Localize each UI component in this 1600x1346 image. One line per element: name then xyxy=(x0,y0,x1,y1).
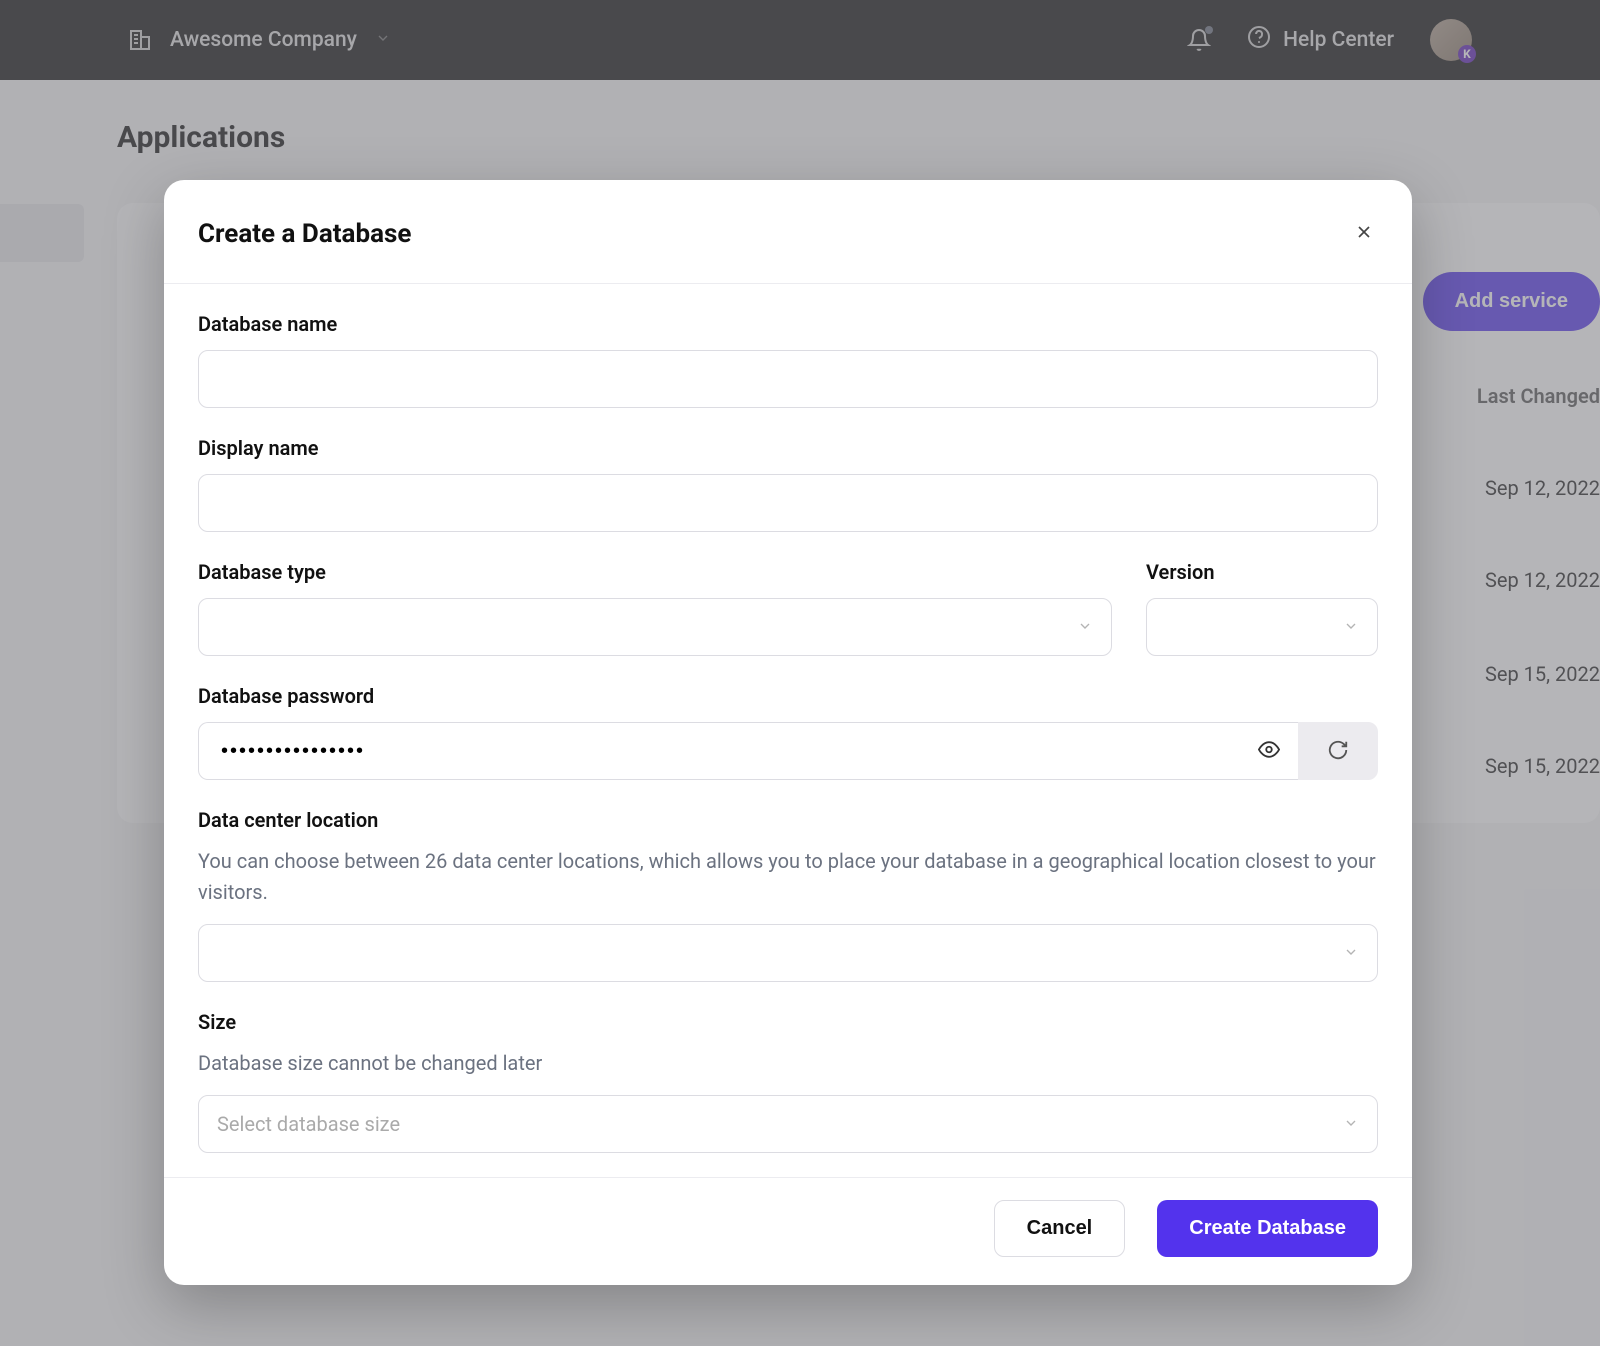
database-password-input[interactable] xyxy=(198,722,1298,780)
field-version: Version xyxy=(1146,560,1378,656)
chevron-down-icon xyxy=(1077,615,1093,639)
field-data-center-location: Data center location You can choose betw… xyxy=(198,808,1378,982)
data-center-location-select[interactable] xyxy=(198,924,1378,982)
field-display-name: Display name xyxy=(198,436,1378,532)
label-display-name: Display name xyxy=(198,436,1378,460)
label-database-password: Database password xyxy=(198,684,1378,708)
field-size: Size Database size cannot be changed lat… xyxy=(198,1010,1378,1153)
label-data-center-location: Data center location xyxy=(198,808,1378,832)
label-database-type: Database type xyxy=(198,560,1112,584)
toggle-password-visibility-button[interactable] xyxy=(1254,735,1284,768)
size-placeholder: Select database size xyxy=(217,1112,400,1136)
helper-data-center-location: You can choose between 26 data center lo… xyxy=(198,846,1378,908)
label-database-name: Database name xyxy=(198,312,1378,336)
field-database-name: Database name xyxy=(198,312,1378,408)
password-row xyxy=(198,722,1378,780)
database-name-input[interactable] xyxy=(198,350,1378,408)
label-size: Size xyxy=(198,1010,1378,1034)
chevron-down-icon xyxy=(1343,941,1359,965)
refresh-icon xyxy=(1327,739,1349,764)
field-database-type: Database type xyxy=(198,560,1112,656)
modal-header: Create a Database xyxy=(164,180,1412,284)
chevron-down-icon xyxy=(1343,615,1359,639)
modal-body: Database name Display name Database type… xyxy=(164,284,1412,1177)
close-icon xyxy=(1354,230,1374,245)
display-name-input[interactable] xyxy=(198,474,1378,532)
row-type-version: Database type Version xyxy=(198,560,1378,656)
database-type-select[interactable] xyxy=(198,598,1112,656)
chevron-down-icon xyxy=(1343,1112,1359,1136)
cancel-button[interactable]: Cancel xyxy=(994,1200,1126,1257)
eye-icon xyxy=(1258,749,1280,764)
modal-title: Create a Database xyxy=(198,219,411,249)
helper-size: Database size cannot be changed later xyxy=(198,1048,1378,1079)
create-database-button[interactable]: Create Database xyxy=(1157,1200,1378,1257)
field-database-password: Database password xyxy=(198,684,1378,780)
label-version: Version xyxy=(1146,560,1378,584)
close-button[interactable] xyxy=(1348,216,1380,251)
create-database-modal: Create a Database Database name Display … xyxy=(164,180,1412,1285)
modal-footer: Cancel Create Database xyxy=(164,1177,1412,1285)
size-select[interactable]: Select database size xyxy=(198,1095,1378,1153)
version-select[interactable] xyxy=(1146,598,1378,656)
password-input-wrap xyxy=(198,722,1298,780)
regenerate-password-button[interactable] xyxy=(1298,722,1378,780)
